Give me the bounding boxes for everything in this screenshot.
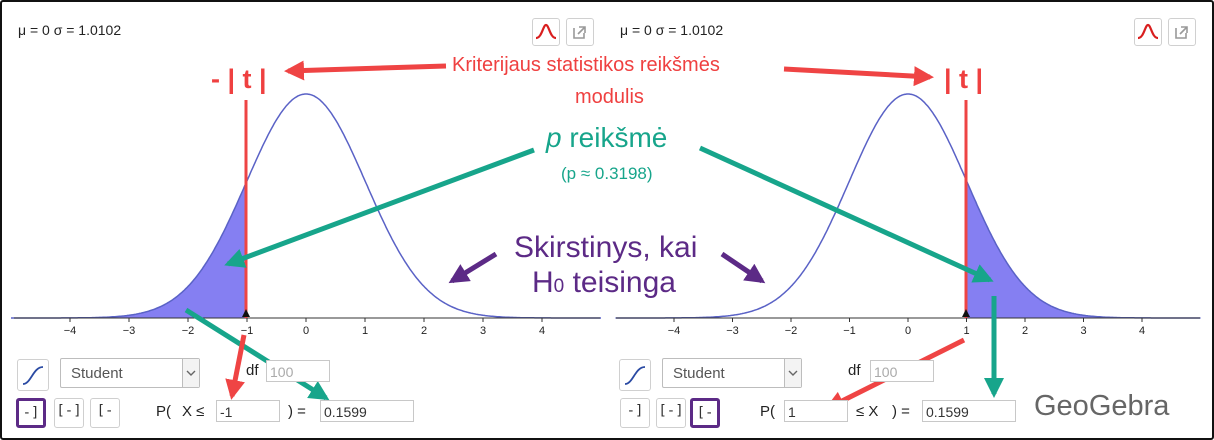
- right-df-input[interactable]: 100: [870, 360, 934, 382]
- axis-tick-label: −3: [726, 325, 739, 337]
- axis-tick-label: 2: [1022, 325, 1028, 337]
- right-tail-shade: [966, 180, 1201, 318]
- p-value-approx: (p ≈ 0.3198): [561, 164, 653, 183]
- chevron-down-icon: [784, 359, 801, 387]
- axis-tick-label: −2: [182, 325, 195, 337]
- left-cumulative-toggle[interactable]: [17, 359, 49, 391]
- p-value-caption: p reikšmė: [546, 122, 667, 154]
- axis-tick-label: 4: [1139, 325, 1145, 337]
- axis-tick-label: 3: [1080, 325, 1086, 337]
- right-popout-button[interactable]: [1168, 18, 1196, 46]
- chevron-down-icon: [182, 359, 199, 387]
- right-prob-suffix: ) =: [892, 403, 910, 420]
- left-axis-ticks: −4 −3 −2 −1 0 1 2 3 4: [64, 318, 545, 337]
- distribution-caption-line1: Skirstinys, kai: [514, 231, 698, 264]
- left-distribution-select[interactable]: Student: [60, 358, 200, 388]
- interval-button[interactable]: [-]: [656, 398, 686, 428]
- right-df-label: df: [848, 362, 861, 379]
- h-subscript: 0: [553, 276, 565, 297]
- right-distribution-select[interactable]: Student: [662, 358, 802, 388]
- left-density-curve: [11, 93, 601, 319]
- left-sided-button[interactable]: -]: [620, 398, 650, 428]
- left-tail-shade: [11, 180, 247, 318]
- right-sided-button[interactable]: [-: [90, 398, 120, 428]
- right-density-curve: [615, 93, 1201, 319]
- axis-tick-label: 2: [421, 325, 427, 337]
- left-sided-icon: -]: [22, 405, 40, 421]
- criterion-caption-line1: Kriterijaus statistikos reikšmės: [452, 54, 720, 76]
- interval-icon: [-]: [658, 403, 684, 419]
- interval-icon: [-]: [56, 403, 82, 419]
- popout-icon: [573, 26, 586, 39]
- red-arrow-to-pos-t: [783, 66, 934, 87]
- popout-icon: [1175, 26, 1188, 39]
- right-distribution-view-button[interactable]: [1134, 18, 1162, 46]
- left-prob-mid: X ≤: [182, 403, 205, 420]
- cumulative-curve-icon: [22, 366, 44, 385]
- left-params-label: μ = 0 σ = 1.0102: [18, 22, 122, 38]
- left-sided-button[interactable]: -]: [16, 398, 46, 428]
- normal-curve-icon: [1137, 23, 1159, 40]
- geogebra-logo: GeoGebra: [1034, 390, 1170, 422]
- axis-tick-label: 1: [362, 325, 368, 337]
- interval-button[interactable]: [-]: [54, 398, 84, 428]
- p-symbol: p: [546, 122, 562, 153]
- left-prob-input[interactable]: -1: [216, 400, 280, 422]
- criterion-caption-line2: modulis: [575, 86, 644, 108]
- teal-arrow-left-to-result: [184, 307, 330, 401]
- right-sided-icon: [-: [696, 405, 714, 421]
- purple-arrow-right: [720, 251, 766, 284]
- right-sided-icon: [-: [96, 403, 114, 419]
- neg-t-label: - | t |: [211, 64, 267, 94]
- right-params-label: μ = 0 σ = 1.0102: [620, 22, 724, 38]
- axis-tick-label: −2: [785, 325, 798, 337]
- left-df-label: df: [246, 362, 259, 379]
- axis-tick-label: 0: [905, 325, 911, 337]
- p-value-word: reikšmė: [561, 122, 668, 153]
- left-distribution-value: Student: [71, 365, 123, 382]
- purple-arrow-left: [448, 251, 498, 284]
- axis-tick-label: −4: [64, 325, 77, 337]
- axis-tick-label: 4: [539, 325, 545, 337]
- axis-tick-label: 3: [480, 325, 486, 337]
- teal-arrow-to-right-tail: [698, 145, 994, 283]
- right-prob-mid: ≤ X: [856, 403, 879, 420]
- right-prob-result[interactable]: 0.1599: [922, 400, 1016, 422]
- left-popout-button[interactable]: [566, 18, 594, 46]
- red-arrow-to-neg-t: [284, 60, 447, 81]
- pos-t-label: | t |: [944, 64, 984, 94]
- axis-tick-label: −3: [123, 325, 136, 337]
- axis-tick-label: 1: [963, 325, 969, 337]
- left-distribution-view-button[interactable]: [532, 18, 560, 46]
- right-cumulative-toggle[interactable]: [619, 359, 651, 391]
- left-prob-prefix: P(: [156, 403, 171, 420]
- teal-arrow-to-left-tail: [224, 147, 535, 268]
- left-prob-result[interactable]: 0.1599: [320, 400, 414, 422]
- right-distribution-value: Student: [673, 365, 725, 382]
- right-axis-ticks: −4 −3 −2 −1 0 1 2 3 4: [668, 318, 1145, 337]
- left-df-input[interactable]: 100: [266, 360, 330, 382]
- h-symbol: H: [532, 266, 554, 299]
- distribution-caption-line2: H0 teisinga: [532, 266, 676, 304]
- left-sided-icon: -]: [626, 403, 644, 419]
- right-prob-prefix: P(: [760, 403, 775, 420]
- normal-curve-icon: [535, 23, 557, 40]
- h-rest: teisinga: [564, 266, 676, 299]
- axis-tick-label: −4: [668, 325, 681, 337]
- axis-tick-label: −1: [843, 325, 856, 337]
- axis-tick-label: 0: [303, 325, 309, 337]
- right-sided-button[interactable]: [-: [690, 398, 720, 428]
- left-prob-suffix: ) =: [288, 403, 306, 420]
- right-prob-input[interactable]: 1: [784, 400, 848, 422]
- cumulative-curve-icon: [624, 366, 646, 385]
